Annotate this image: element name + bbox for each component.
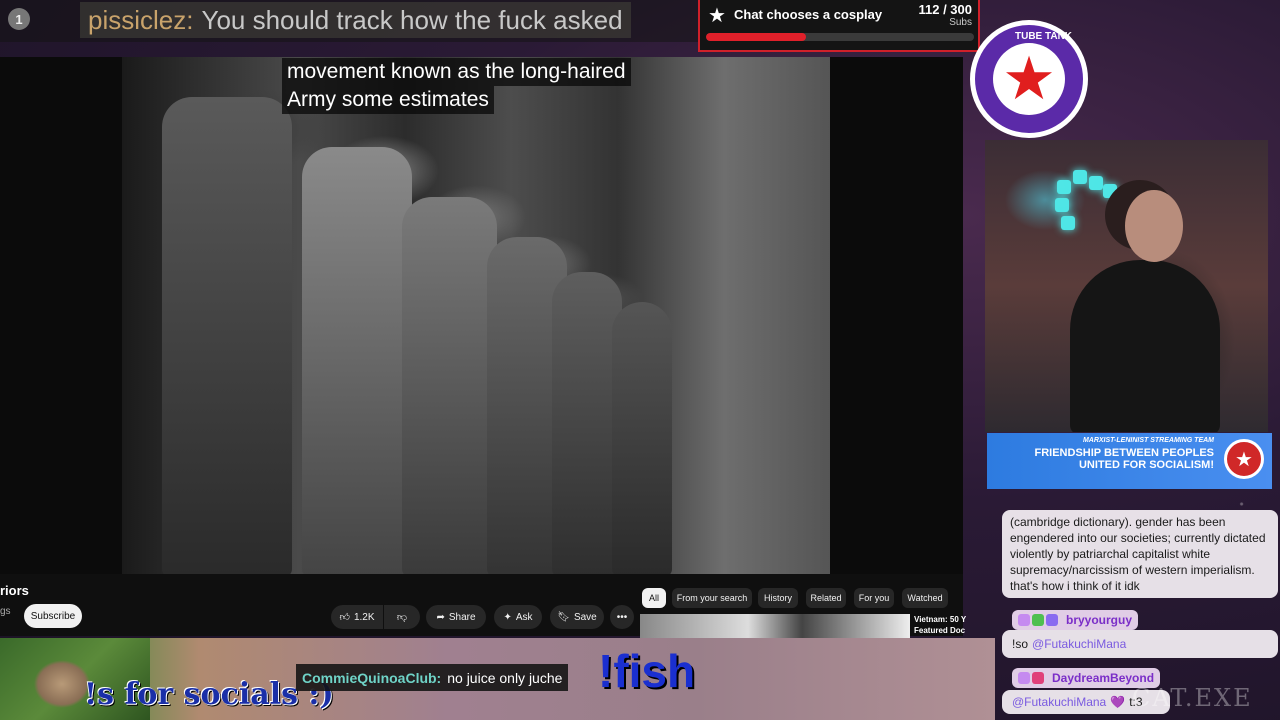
- star-icon: ★: [708, 5, 726, 27]
- username: bryyourguy: [1066, 613, 1133, 627]
- share-label: Share: [448, 611, 476, 623]
- team-banner: MARXIST-LENINIST STREAMING TEAM FRIENDSH…: [987, 433, 1272, 489]
- username: DaydreamBeyond: [1052, 671, 1155, 685]
- chat-mention: @FutakuchiMana: [1012, 695, 1107, 709]
- related-video-thumbnail[interactable]: [640, 614, 910, 638]
- share-button[interactable]: ➦ Share: [426, 605, 486, 629]
- video-captions: movement known as the long-haired Army s…: [282, 58, 631, 114]
- badge-icon: [1046, 614, 1058, 626]
- chat-text: You should track how the fuck asked: [201, 4, 623, 35]
- heart-badge-icon: [1032, 672, 1044, 684]
- fish-command-text: !fish: [598, 645, 696, 697]
- caption-line: movement known as the long-haired: [282, 58, 631, 86]
- chip-for-you[interactable]: For you: [854, 588, 894, 608]
- like-count: 1.2K: [353, 611, 375, 623]
- ask-label: Ask: [515, 611, 533, 623]
- goal-progress-track: [706, 33, 974, 41]
- chat-username: pissiclez:: [88, 4, 194, 35]
- related-video-title[interactable]: Vietnam: 50 Y Featured Doc: [914, 614, 966, 636]
- channel-name[interactable]: gs: [0, 606, 11, 617]
- emote-icon: 💜: [1110, 695, 1126, 709]
- chip-related[interactable]: Related: [806, 588, 846, 608]
- team-title-line: UNITED FOR SOCIALISM!: [1078, 459, 1214, 471]
- thumbs-down-icon: 👎︎: [396, 612, 408, 623]
- soldier-figure: [302, 147, 412, 574]
- hex-light: [1057, 180, 1071, 194]
- more-button[interactable]: •••: [610, 605, 634, 629]
- soldier-figure: [402, 197, 497, 574]
- chat-message: !so @FutakuchiMana: [1002, 630, 1278, 658]
- bookmark-icon: 🔖︎: [557, 611, 570, 623]
- tube-tank-logo: ★ TUBE TANK: [970, 20, 1088, 138]
- goal-label: Chat chooses a cosplay: [734, 7, 883, 22]
- goal-progress-fill: [706, 33, 806, 41]
- badge-icon: [1018, 614, 1030, 626]
- chat-mention: @FutakuchiMana: [1032, 637, 1127, 651]
- video-player[interactable]: [0, 57, 963, 574]
- related-sub-line: Featured Doc: [914, 626, 966, 635]
- save-label: Save: [573, 611, 597, 623]
- subscribe-button[interactable]: Subscribe: [24, 604, 82, 628]
- goal-count: 112 / 300: [918, 2, 973, 17]
- chip-watched[interactable]: Watched: [902, 588, 948, 608]
- chat-text: no juice only juche: [447, 669, 563, 686]
- like-button[interactable]: 👍︎ 1.2K: [331, 605, 383, 629]
- video-frame[interactable]: [122, 57, 830, 574]
- thumbs-up-icon: 👍︎: [339, 612, 350, 623]
- sub-goal-widget: ★ Chat chooses a cosplay 112 / 300 Subs: [698, 0, 980, 52]
- chat-message: (cambridge dictionary). gender has been …: [1002, 510, 1278, 598]
- goal-unit: Subs: [949, 17, 972, 28]
- more-icon: •••: [616, 611, 628, 623]
- chat-username: CommieQuinoaClub:: [302, 669, 442, 686]
- badge-icon: [1018, 672, 1030, 684]
- team-seal-icon: ★: [1224, 439, 1264, 479]
- chip-from-search[interactable]: From your search: [672, 588, 752, 608]
- streamer-face: [1125, 190, 1183, 262]
- chat-text: !so: [1012, 637, 1029, 651]
- red-star-icon: ★: [993, 43, 1065, 115]
- badge-icon: [1032, 614, 1044, 626]
- soldier-figure: [612, 302, 672, 574]
- streamer-webcam: [985, 140, 1268, 432]
- caption-line: Army some estimates: [282, 86, 494, 114]
- chip-history[interactable]: History: [758, 588, 798, 608]
- hex-light: [1061, 216, 1075, 230]
- soldier-figure: [162, 97, 292, 574]
- top-chat-message: pissiclez: You should track how the fuck…: [80, 2, 631, 38]
- team-subtitle: MARXIST-LENINIST STREAMING TEAM: [1082, 437, 1214, 444]
- dislike-button[interactable]: 👎︎: [384, 605, 420, 629]
- bottom-chat-message: CommieQuinoaClub: no juice only juche: [296, 664, 569, 691]
- hex-light: [1073, 170, 1087, 184]
- sparkle-icon: ✦: [503, 611, 512, 623]
- ask-button[interactable]: ✦ Ask: [494, 605, 542, 629]
- team-title-line: FRIENDSHIP BETWEEN PEOPLES: [1034, 447, 1215, 459]
- streamer-body: [1070, 260, 1220, 432]
- related-title-line: Vietnam: 50 Y: [914, 615, 967, 624]
- save-button[interactable]: 🔖︎ Save: [550, 605, 604, 629]
- video-title[interactable]: riors: [0, 583, 29, 598]
- hex-light: [1055, 198, 1069, 212]
- hex-light: [1089, 176, 1103, 190]
- chip-all[interactable]: All: [642, 588, 666, 608]
- notification-badge: 1: [8, 8, 30, 30]
- share-icon: ➦: [436, 611, 445, 623]
- logo-text: TUBE TANK: [1015, 31, 1073, 42]
- watermark: CAT.EXE: [1132, 684, 1253, 712]
- chat-username-badge: bryyourguy: [1012, 610, 1139, 630]
- team-title: FRIENDSHIP BETWEEN PEOPLES UNITED FOR SO…: [1035, 447, 1215, 471]
